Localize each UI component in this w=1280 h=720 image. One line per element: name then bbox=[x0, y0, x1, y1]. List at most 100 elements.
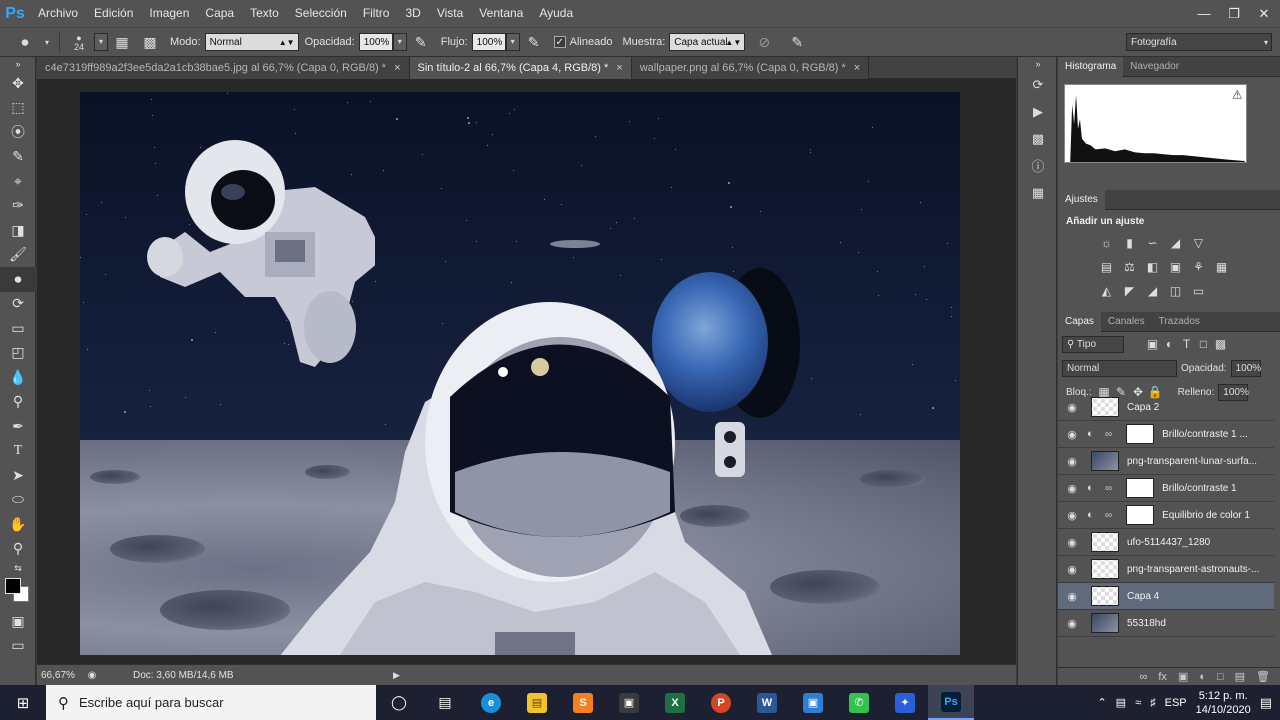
layer-kind-filter[interactable]: ⚲ Tipo bbox=[1062, 335, 1124, 353]
eye-icon[interactable]: ◉ bbox=[1063, 401, 1081, 414]
close-icon[interactable]: ✕ bbox=[1254, 5, 1274, 23]
threshold-icon[interactable]: ◢ bbox=[1144, 283, 1161, 300]
airbrush-icon[interactable]: ✎ bbox=[523, 31, 545, 53]
sample-select[interactable]: Capa actual ▲▼ bbox=[669, 33, 746, 51]
minimize-icon[interactable]: — bbox=[1194, 5, 1214, 23]
status-menu-icon[interactable]: ◉ bbox=[84, 667, 100, 683]
clone-stamp-tool-preset-icon[interactable]: ⏺ bbox=[14, 31, 36, 53]
photo-filter-icon[interactable]: ▣ bbox=[1167, 259, 1184, 276]
language-indicator[interactable]: ESP bbox=[1165, 697, 1187, 709]
crop-tool-icon[interactable]: ⌖ bbox=[0, 169, 36, 194]
ignore-adjustment-layers-icon[interactable]: ⊘ bbox=[753, 31, 775, 53]
info-panel-icon[interactable]: ⓘ bbox=[1018, 152, 1058, 179]
wifi-icon[interactable]: ≈ bbox=[1135, 697, 1141, 709]
move-tool-icon[interactable]: ✥ bbox=[0, 71, 36, 96]
eye-icon[interactable]: ◉ bbox=[1063, 428, 1081, 441]
black-white-icon[interactable]: ◧ bbox=[1144, 259, 1161, 276]
new-adjustment-icon[interactable]: ◐ bbox=[1199, 671, 1206, 683]
layer-row-selected[interactable]: ◉ Capa 4 bbox=[1058, 583, 1274, 610]
paint-bucket-tool-icon[interactable]: ◰ bbox=[0, 341, 36, 366]
ellipse-tool-icon[interactable]: ⬭ bbox=[0, 488, 36, 513]
tab-layers[interactable]: Capas bbox=[1058, 312, 1101, 332]
layer-row[interactable]: ◉ png-transparent-lunar-surfa... bbox=[1058, 448, 1274, 475]
menu-seleccion[interactable]: Selección bbox=[287, 0, 355, 27]
eye-icon[interactable]: ◉ bbox=[1063, 455, 1081, 468]
layer-row[interactable]: ◉ 55318hd bbox=[1058, 610, 1274, 637]
document-canvas[interactable] bbox=[80, 92, 960, 655]
eye-icon[interactable]: ◉ bbox=[1063, 563, 1081, 576]
clone-stamp-tool-icon[interactable]: ⏺ bbox=[0, 267, 36, 292]
tab-navigator[interactable]: Navegador bbox=[1123, 57, 1186, 77]
quick-mask-icon[interactable]: ▣ bbox=[0, 609, 36, 634]
task-view-icon[interactable]: ▤ bbox=[422, 685, 468, 720]
tab-histogram[interactable]: Histograma bbox=[1058, 57, 1124, 77]
hand-tool-icon[interactable]: ✋ bbox=[0, 512, 36, 537]
new-group-icon[interactable]: □ bbox=[1217, 671, 1224, 683]
brush-tool-icon[interactable]: 🖌 bbox=[0, 243, 36, 268]
close-tab-icon[interactable]: × bbox=[394, 62, 400, 74]
gradient-map-icon[interactable]: ◫ bbox=[1167, 283, 1184, 300]
warning-icon[interactable]: ⚠ bbox=[1232, 88, 1242, 102]
edge-icon[interactable]: e bbox=[468, 685, 514, 720]
add-mask-icon[interactable]: ▣ bbox=[1178, 670, 1188, 683]
filter-pixel-icon[interactable]: ▣ bbox=[1144, 336, 1161, 353]
blur-tool-icon[interactable]: 💧 bbox=[0, 365, 36, 390]
taskbar-search[interactable]: ⚲ Escribe aquí para buscar bbox=[46, 685, 376, 720]
color-balance-icon[interactable]: ⚖ bbox=[1121, 259, 1138, 276]
layer-row[interactable]: ◉ png-transparent-astronauts-... bbox=[1058, 556, 1274, 583]
color-swatches[interactable] bbox=[0, 575, 36, 609]
brush-picker-dropdown[interactable]: ▾ bbox=[94, 33, 108, 51]
menu-edicion[interactable]: Edición bbox=[86, 0, 141, 27]
link-layers-icon[interactable]: ∞ bbox=[1140, 671, 1148, 683]
dodge-tool-icon[interactable]: ⚲ bbox=[0, 390, 36, 415]
layer-row[interactable]: ◉ ◐ ∞ Brillo/contraste 1 ... bbox=[1058, 421, 1274, 448]
pen-tool-icon[interactable]: ✒ bbox=[0, 414, 36, 439]
mode-select[interactable]: Normal ▲▼ bbox=[204, 33, 299, 51]
opacity-slider-dropdown[interactable]: ▾ bbox=[392, 33, 407, 51]
history-panel-icon[interactable]: ⟳ bbox=[1018, 71, 1058, 98]
word-icon[interactable]: W bbox=[744, 685, 790, 720]
lasso-tool-icon[interactable]: ⦿ bbox=[0, 120, 36, 145]
eye-icon[interactable]: ◉ bbox=[1063, 482, 1081, 495]
curves-icon[interactable]: ∽ bbox=[1144, 235, 1161, 252]
history-brush-tool-icon[interactable]: ⟳ bbox=[0, 292, 36, 317]
volume-icon[interactable]: ♯ bbox=[1150, 697, 1156, 709]
close-tab-icon[interactable]: × bbox=[854, 62, 860, 74]
toolbar-collapse-icon[interactable]: » bbox=[0, 57, 36, 71]
menu-capa[interactable]: Capa bbox=[197, 0, 242, 27]
layer-style-icon[interactable]: fx bbox=[1158, 671, 1167, 683]
menu-filtro[interactable]: Filtro bbox=[355, 0, 398, 27]
foreground-color-swatch[interactable] bbox=[5, 578, 21, 594]
link-icon[interactable]: ∞ bbox=[1105, 510, 1112, 521]
swap-colors-icon[interactable]: ⇆ bbox=[0, 561, 36, 575]
eye-icon[interactable]: ◉ bbox=[1063, 509, 1081, 522]
quick-selection-tool-icon[interactable]: ✎ bbox=[0, 145, 36, 170]
store-icon[interactable]: ▣ bbox=[606, 685, 652, 720]
pressure-opacity-icon[interactable]: ✎ bbox=[410, 31, 432, 53]
layer-row[interactable]: ◉ ◐ ∞ Brillo/contraste 1 bbox=[1058, 475, 1274, 502]
menu-ayuda[interactable]: Ayuda bbox=[531, 0, 581, 27]
menu-vista[interactable]: Vista bbox=[429, 0, 471, 27]
menu-imagen[interactable]: Imagen bbox=[141, 0, 197, 27]
powerpoint-icon[interactable]: P bbox=[698, 685, 744, 720]
clone-source-panel-icon[interactable]: ▩ bbox=[139, 31, 161, 53]
swift-app-icon[interactable]: ✦ bbox=[882, 685, 928, 720]
file-explorer-icon[interactable]: ▤ bbox=[514, 685, 560, 720]
healing-brush-tool-icon[interactable]: ◨ bbox=[0, 218, 36, 243]
zoom-level[interactable]: 66,67% bbox=[41, 670, 81, 681]
tab-adjustments[interactable]: Ajustes bbox=[1058, 190, 1105, 210]
doc-tab-3[interactable]: wallpaper.png al 66,7% (Capa 0, RGB/8) *… bbox=[631, 57, 870, 79]
color-lookup-icon[interactable]: ▦ bbox=[1213, 259, 1230, 276]
eye-icon[interactable]: ◉ bbox=[1063, 590, 1081, 603]
tool-preset-dropdown-icon[interactable]: ▾ bbox=[42, 31, 52, 53]
path-selection-tool-icon[interactable]: ➤ bbox=[0, 463, 36, 488]
clock[interactable]: 5:12 p. m. 14/10/2020 bbox=[1196, 689, 1251, 717]
status-expand-icon[interactable]: ▶ bbox=[393, 670, 400, 681]
tab-channels[interactable]: Canales bbox=[1101, 312, 1152, 332]
tab-paths[interactable]: Trazados bbox=[1152, 312, 1207, 332]
filter-smart-object-icon[interactable]: ▩ bbox=[1212, 336, 1229, 353]
eye-icon[interactable]: ◉ bbox=[1063, 617, 1081, 630]
link-icon[interactable]: ∞ bbox=[1105, 483, 1112, 494]
dock-collapse-icon[interactable]: » bbox=[1018, 57, 1058, 71]
start-button[interactable]: ⊞ bbox=[0, 685, 46, 720]
